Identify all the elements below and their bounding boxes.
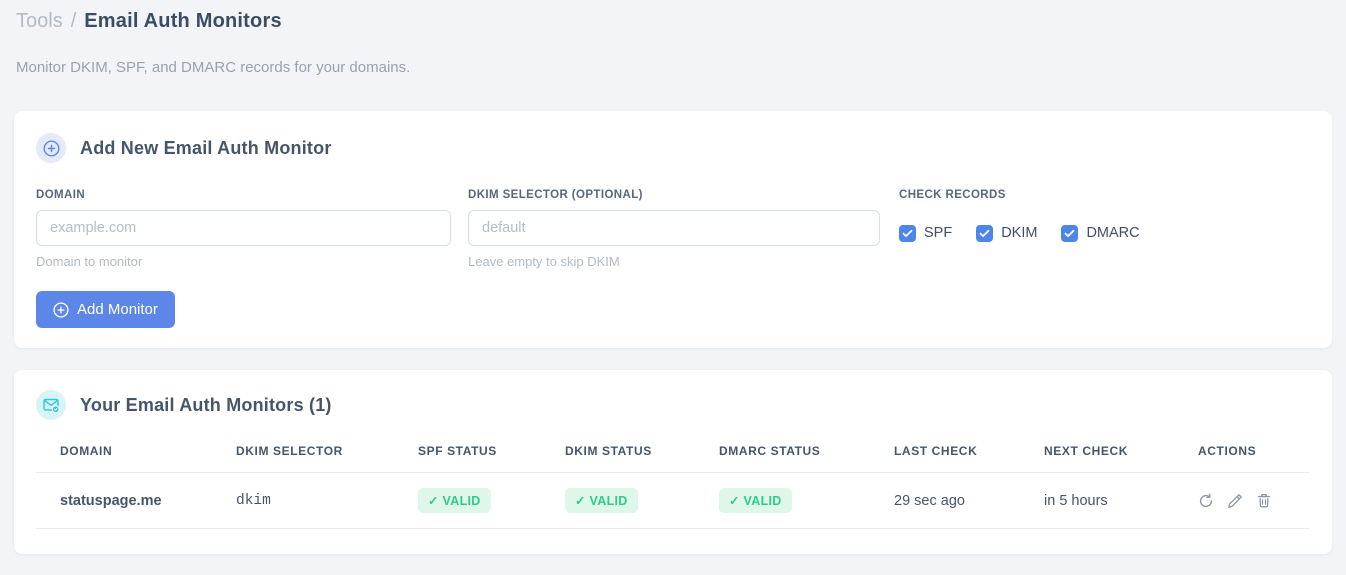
edit-icon [1227, 493, 1243, 509]
spf-status-badge: ✓ VALID [418, 488, 491, 513]
domain-field-group: DOMAIN Domain to monitor [36, 189, 451, 269]
check-records-row: SPF DKIM DMARC [899, 215, 1140, 251]
monitor-domain: statuspage.me [36, 472, 212, 529]
domain-field-hint: Domain to monitor [36, 254, 143, 269]
add-monitor-button-label: Add Monitor [77, 301, 158, 318]
dkim-checkbox-item[interactable]: DKIM [976, 224, 1038, 242]
column-header-dkim-status: DKIM STATUS [541, 444, 695, 473]
refresh-button[interactable] [1198, 493, 1214, 509]
spf-checkbox-item[interactable]: SPF [899, 224, 953, 242]
monitor-last-check: 29 sec ago [870, 472, 1020, 529]
monitor-dmarc-status-cell: ✓ VALID [695, 472, 870, 529]
monitor-actions-cell [1174, 472, 1310, 529]
breadcrumb: Tools / Email Auth Monitors [16, 10, 1330, 33]
spf-checkbox[interactable] [899, 224, 916, 242]
delete-button[interactable] [1256, 493, 1272, 509]
dkim-checkbox-label: DKIM [1001, 225, 1038, 241]
dmarc-status-badge: ✓ VALID [719, 488, 792, 513]
envelope-check-icon [36, 390, 66, 420]
dkim-selector-field-label: DKIM SELECTOR (OPTIONAL) [468, 189, 643, 201]
column-header-last-check: LAST CHECK [870, 444, 1020, 473]
dmarc-checkbox[interactable] [1061, 224, 1079, 242]
column-header-dmarc-status: DMARC STATUS [695, 444, 870, 473]
add-monitor-card-title: Add New Email Auth Monitor [80, 137, 332, 158]
edit-button[interactable] [1227, 493, 1243, 509]
add-monitor-card-header: Add New Email Auth Monitor [36, 133, 1310, 163]
page-subtitle: Monitor DKIM, SPF, and DMARC records for… [16, 59, 411, 76]
monitors-card-header: Your Email Auth Monitors (1) [36, 390, 1310, 420]
dmarc-checkbox-item[interactable]: DMARC [1061, 224, 1140, 242]
spf-checkbox-label: SPF [924, 225, 953, 241]
page-header: Tools / Email Auth Monitors Monitor DKIM… [0, 0, 1346, 76]
add-monitor-card: Add New Email Auth Monitor DOMAIN Domain… [14, 111, 1332, 348]
monitors-card-title: Your Email Auth Monitors (1) [80, 394, 332, 415]
check-records-label: CHECK RECORDS [899, 189, 1006, 201]
check-records-group: CHECK RECORDS SPF DKIM DMARC [899, 189, 1140, 251]
breadcrumb-separator: / [70, 10, 77, 32]
dkim-status-badge: ✓ VALID [565, 488, 638, 513]
dkim-selector-input[interactable] [468, 210, 880, 246]
table-header-row: DOMAIN DKIM SELECTOR SPF STATUS DKIM STA… [36, 444, 1310, 473]
dkim-selector-field-group: DKIM SELECTOR (OPTIONAL) Leave empty to … [468, 189, 880, 269]
column-header-dkim-selector: DKIM SELECTOR [212, 444, 394, 473]
add-monitor-button[interactable]: Add Monitor [36, 291, 175, 328]
monitor-dkim-status-cell: ✓ VALID [541, 472, 695, 529]
dkim-checkbox[interactable] [976, 224, 994, 242]
dkim-selector-field-hint: Leave empty to skip DKIM [468, 254, 620, 269]
table-row: statuspage.me dkim ✓ VALID ✓ VALID ✓ VAL… [36, 472, 1310, 529]
monitor-dkim-selector: dkim [212, 472, 394, 529]
refresh-icon [1198, 493, 1214, 509]
column-header-next-check: NEXT CHECK [1020, 444, 1174, 473]
breadcrumb-tools-link[interactable]: Tools [16, 10, 63, 33]
domain-field-label: DOMAIN [36, 189, 86, 201]
monitors-card: Your Email Auth Monitors (1) DOMAIN DKIM… [14, 370, 1332, 554]
delete-icon [1256, 493, 1272, 509]
monitor-spf-status-cell: ✓ VALID [394, 472, 541, 529]
add-monitor-form: DOMAIN Domain to monitor DKIM SELECTOR (… [36, 189, 1310, 269]
dmarc-checkbox-label: DMARC [1086, 225, 1140, 241]
domain-input[interactable] [36, 210, 451, 246]
monitor-next-check: in 5 hours [1020, 472, 1174, 529]
circle-plus-icon [36, 133, 66, 163]
page-title: Email Auth Monitors [84, 10, 282, 32]
column-header-actions: ACTIONS [1174, 444, 1310, 473]
column-header-domain: DOMAIN [36, 444, 212, 473]
column-header-spf-status: SPF STATUS [394, 444, 541, 473]
circle-plus-icon [53, 301, 69, 318]
monitors-table: DOMAIN DKIM SELECTOR SPF STATUS DKIM STA… [36, 444, 1310, 529]
